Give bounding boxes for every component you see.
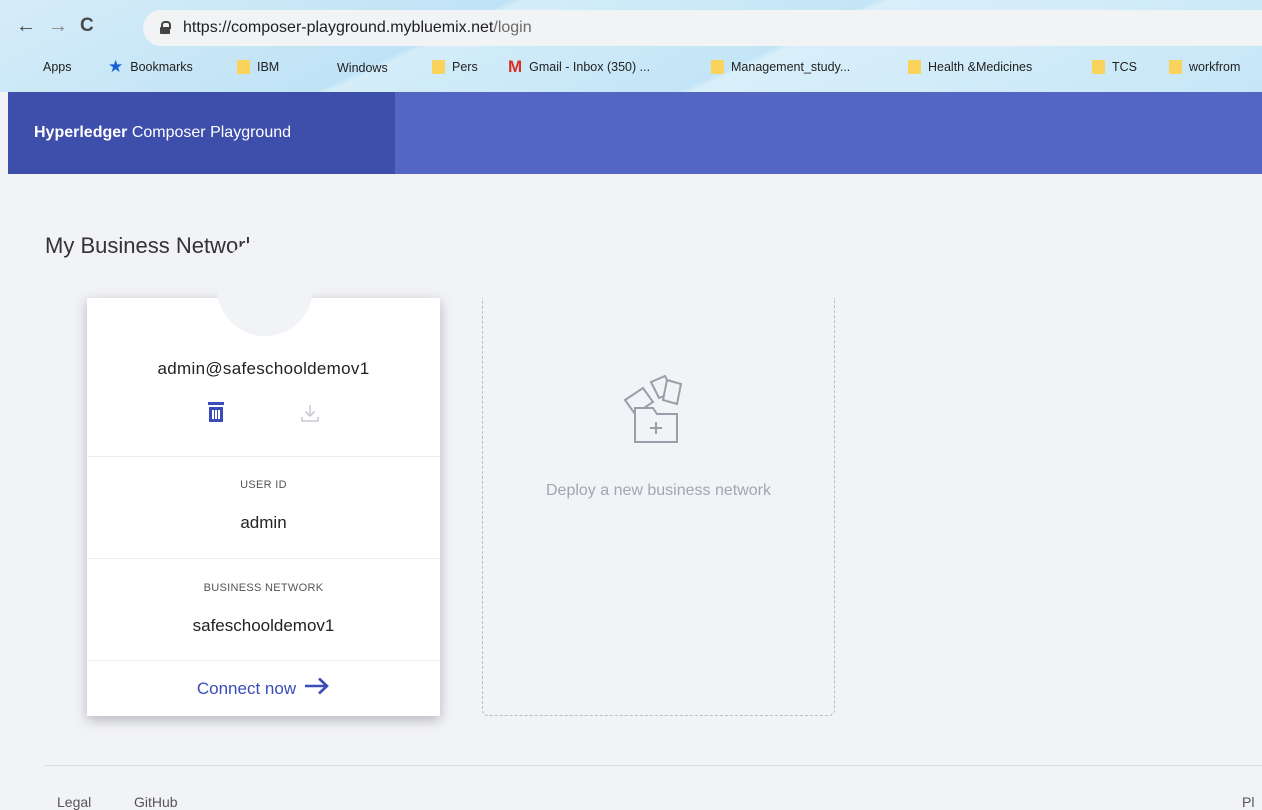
bookmark-label: workfrom <box>1189 60 1241 74</box>
star-icon: ★ <box>108 57 124 76</box>
deploy-new-network-card[interactable]: Deploy a new business network <box>482 298 835 716</box>
folder-icon <box>1092 60 1105 74</box>
address-bar[interactable]: https://composer-playground.mybluemix.ne… <box>143 10 1262 46</box>
folder-icon <box>1169 60 1182 74</box>
url-host: https://composer-playground.mybluemix.ne… <box>183 19 494 36</box>
bookmark-ibm[interactable]: IBM <box>237 60 279 74</box>
bookmark-label: Management_study... <box>731 60 851 74</box>
bookmark-health[interactable]: Health &Medicines <box>908 60 1032 74</box>
bookmark-label: Bookmarks <box>130 60 193 74</box>
bookmark-label: Windows <box>337 61 388 75</box>
forward-arrow-icon[interactable]: → <box>48 16 68 36</box>
folder-icon <box>908 60 921 74</box>
lock-icon[interactable] <box>160 21 171 34</box>
bookmark-tcs[interactable]: TCS <box>1092 60 1137 74</box>
bookmark-label: Apps <box>43 60 72 74</box>
user-id-value: admin <box>240 513 287 532</box>
brand-bold: Hyperledger <box>34 124 128 141</box>
card-divider <box>87 558 440 559</box>
trash-icon[interactable] <box>207 402 225 424</box>
footer-divider <box>45 765 1262 766</box>
folder-icon <box>432 60 445 74</box>
footer-right-text[interactable]: Pl <box>1242 794 1254 810</box>
bookmark-windows[interactable]: Windows <box>314 60 388 76</box>
bookmark-bookmarks[interactable]: ★ Bookmarks <box>108 57 193 76</box>
bookmark-apps[interactable]: Apps <box>22 60 72 74</box>
folder-icon <box>237 60 250 74</box>
app-header: Hyperledger Composer Playground <box>8 92 1262 174</box>
bookmark-label: Health &Medicines <box>928 60 1033 74</box>
arrow-right-icon <box>304 677 330 700</box>
bookmarks-bar: Apps ★ Bookmarks IBM Windows Pers M Gmai… <box>0 56 1262 82</box>
bookmark-label: IBM <box>257 60 280 74</box>
reload-icon[interactable]: C <box>80 16 94 36</box>
browser-nav-row: ← → C https://composer-playground.myblue… <box>0 10 1262 46</box>
deploy-network-icon <box>623 374 683 443</box>
back-arrow-icon[interactable]: ← <box>16 16 36 36</box>
card-divider <box>87 456 440 457</box>
gmail-icon: M <box>508 57 523 76</box>
deploy-network-label: Deploy a new business network <box>545 482 771 499</box>
business-network-label: BUSINESS NETWORK <box>203 582 324 594</box>
avatar <box>217 240 313 336</box>
url-path: /login <box>493 19 532 36</box>
download-icon[interactable] <box>300 402 320 424</box>
user-id-label: USER ID <box>240 479 287 491</box>
bookmark-management-study[interactable]: Management_study... <box>711 60 850 74</box>
url-text[interactable]: https://composer-playground.mybluemix.ne… <box>183 19 532 37</box>
browser-chrome: ← → C https://composer-playground.myblue… <box>0 0 1262 92</box>
bookmark-label: Pers <box>452 60 478 74</box>
bookmark-gmail[interactable]: M Gmail - Inbox (350) ... <box>508 57 651 76</box>
brand-logo[interactable]: Hyperledger Composer Playground <box>8 92 395 174</box>
bookmark-label: TCS <box>1112 60 1137 74</box>
card-divider <box>87 660 440 661</box>
brand-rest: Composer Playground <box>127 124 292 141</box>
footer-link-github[interactable]: GitHub <box>134 794 178 810</box>
bookmark-label: Gmail - Inbox (350) ... <box>529 60 651 74</box>
folder-icon <box>711 60 724 74</box>
bookmark-workfrom[interactable]: workfrom <box>1169 60 1240 74</box>
bookmark-pers[interactable]: Pers <box>432 60 478 74</box>
id-card-name: admin@safeschooldemov1 <box>157 359 370 378</box>
apps-grid-icon <box>22 60 36 74</box>
footer-link-legal[interactable]: Legal <box>57 794 91 810</box>
business-network-card: admin@safeschooldemov1 USER ID admin BUS… <box>87 240 440 716</box>
connect-now-button[interactable]: Connect now <box>87 677 440 700</box>
connect-now-label: Connect now <box>196 678 297 698</box>
business-network-value: safeschooldemov1 <box>192 616 335 635</box>
windows-logo-icon <box>314 60 330 76</box>
